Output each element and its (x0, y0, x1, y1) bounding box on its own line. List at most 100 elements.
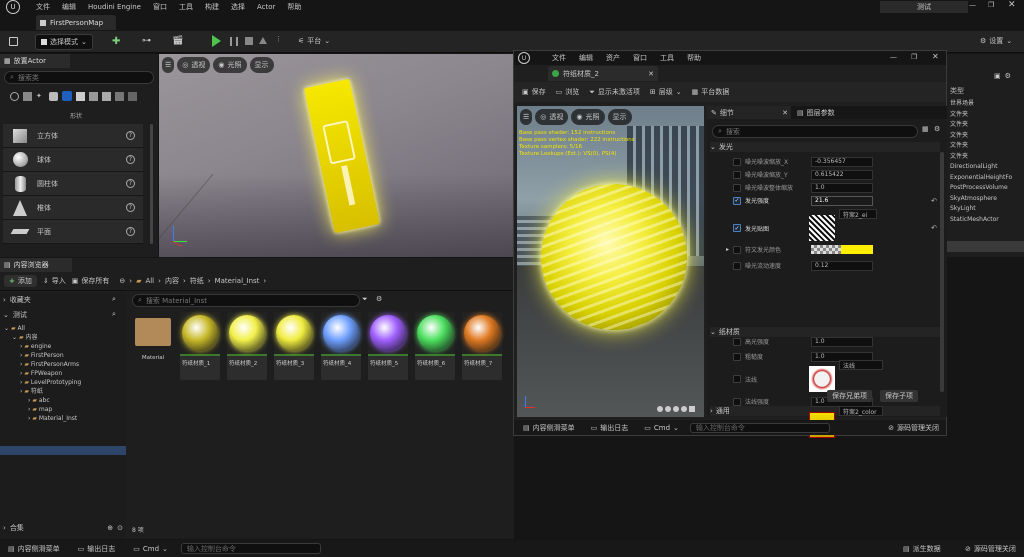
close-icon[interactable]: ✕ (1008, 0, 1016, 10)
menu-tools[interactable]: 工具 (179, 2, 193, 12)
cmd-dropdown[interactable]: ▭ Cmd ⌄ (128, 541, 173, 557)
details-settings-icon[interactable]: ⚙ (934, 125, 940, 133)
parameter-override-checkbox[interactable] (733, 352, 741, 361)
unreal-logo-icon[interactable]: U (6, 0, 20, 14)
basic-icon[interactable] (23, 91, 32, 101)
help-icon[interactable]: ? (126, 131, 135, 140)
details-tab[interactable]: ✎ 细节 ✕ (707, 106, 791, 119)
texture-asset-dropdown[interactable]: 符案2_color (839, 406, 883, 416)
history-back-icon[interactable]: ⊖ (119, 277, 125, 285)
parameter-value-field[interactable]: 1.0 (811, 182, 873, 193)
me-minimize-icon[interactable]: — (890, 53, 897, 61)
source-control-button[interactable]: ⊘ 源码管理关闭 (960, 541, 1021, 557)
derived-data-button[interactable]: ▤ 派生数据 (898, 541, 946, 557)
menu-file[interactable]: 文件 (36, 2, 50, 12)
level-viewport[interactable]: ☰ ◎ 透视 ◉ 光照 显示 (159, 54, 513, 257)
chevron-down-icon[interactable]: ⌄ (12, 334, 19, 341)
console-input[interactable]: 输入控制台命令 (180, 543, 321, 554)
platform-stats-button[interactable]: ▦ 平台数据 (692, 87, 730, 97)
breadcrumb-item[interactable]: All (145, 277, 154, 285)
parameter-value-field[interactable]: 0.615422 (811, 169, 873, 180)
breadcrumb-item[interactable]: 符纸 (190, 276, 204, 286)
me-menu-edit[interactable]: 编辑 (579, 53, 593, 63)
shape-item-cylinder[interactable]: 圆柱体 ? (3, 172, 143, 196)
material-asset[interactable]: 符纸材质_7 (462, 312, 502, 380)
me-lit-button[interactable]: ◉ 光照 (571, 109, 605, 125)
help-icon[interactable]: ? (126, 155, 135, 164)
blueprint-icon[interactable]: ⊶ (142, 36, 151, 46)
filter-icon[interactable]: ⏷ (362, 295, 368, 304)
tree-item[interactable]: › ▰ FPWeapon (4, 369, 126, 378)
me-show-button[interactable]: 显示 (607, 109, 632, 125)
all-classes-icon[interactable] (115, 91, 124, 101)
preview-sphere-icon[interactable] (673, 406, 679, 412)
save-sibling-button[interactable]: 保存兄弟项 (827, 390, 872, 402)
preview-sphere-icon[interactable] (665, 406, 671, 412)
shape-item-cone[interactable]: 椎体 ? (3, 196, 143, 220)
parameter-override-checkbox[interactable]: ✓ (733, 196, 741, 205)
chevron-down-icon[interactable]: ⌄ (4, 325, 11, 332)
lit-button[interactable]: ◉ 光照 (213, 57, 247, 73)
tab-close-icon[interactable]: ✕ (648, 70, 654, 78)
me-perspective-button[interactable]: ◎ 透视 (535, 109, 569, 125)
glow-texture-thumbnail[interactable] (809, 215, 835, 241)
shape-list-scrollbar[interactable] (150, 124, 153, 244)
show-inactive-button[interactable]: ⏷ 显示未激活项 (589, 87, 640, 97)
asset-search-input[interactable]: ⌕ 搜索 Material_Inst (132, 294, 360, 307)
eject-icon[interactable] (259, 37, 267, 44)
parameter-override-checkbox[interactable] (733, 337, 741, 346)
me-close-icon[interactable]: ✕ (932, 52, 939, 61)
platform-button[interactable]: ⚟ 平台 ⌄ (298, 36, 330, 46)
tree-item[interactable]: › ▰ 符纸 (4, 387, 126, 396)
collection-settings-icon[interactable]: ⊙ (117, 524, 123, 532)
save-all-button[interactable]: ▣ 保存所有 (72, 276, 110, 286)
maximize-icon[interactable]: ❐ (988, 1, 994, 9)
collections-footer[interactable]: › 合集 ⊕ ⊙ (3, 523, 123, 533)
class-search-input[interactable]: ⌕ 搜索类 (4, 71, 154, 84)
parameter-value-field[interactable]: 1.0 (811, 336, 873, 347)
tree-item[interactable]: › ▰ LevelPrototyping (4, 378, 126, 387)
me-console-input[interactable]: 输入控制台命令 (689, 422, 830, 433)
reset-to-default-icon[interactable]: ↶ (931, 224, 937, 232)
save-icon[interactable] (9, 37, 18, 46)
settings-button[interactable]: ⚙ 设置 ⌄ (980, 36, 1012, 46)
tab-close-icon[interactable]: ✕ (782, 109, 788, 117)
tree-item[interactable]: › ▰ abc (4, 396, 126, 405)
parameter-override-checkbox[interactable] (733, 157, 741, 166)
cinematics-icon[interactable]: 🎬︎ (172, 36, 183, 46)
tree-item[interactable]: › ▰ map (4, 405, 126, 414)
material-preview-viewport[interactable]: ☰ ◎ 透视 ◉ 光照 显示 Base pass shader: 152 instr… (517, 106, 704, 417)
me-save-button[interactable]: ▣ 保存 (522, 87, 546, 97)
me-cmd-dropdown[interactable]: ▭ Cmd ⌄ (639, 420, 684, 436)
add-button[interactable]: + 添加 (4, 275, 37, 287)
menu-window[interactable]: 窗口 (153, 2, 167, 12)
material-asset[interactable]: 符纸材质_4 (321, 312, 361, 380)
me-menu-window[interactable]: 窗口 (633, 53, 647, 63)
unreal-logo-icon[interactable]: U (518, 52, 530, 64)
save-child-button[interactable]: 保存子项 (880, 390, 918, 402)
parameter-value-field[interactable]: -0.356457 (811, 156, 873, 167)
material-asset[interactable]: 符纸材质_1 (180, 312, 220, 380)
menu-help[interactable]: 帮助 (287, 2, 301, 12)
select-mode-dropdown[interactable]: 选择模式 ⌄ (35, 34, 93, 50)
me-menu-help[interactable]: 帮助 (687, 53, 701, 63)
texture-asset-dropdown[interactable]: 法线 (839, 360, 883, 370)
menu-build[interactable]: 构建 (205, 2, 219, 12)
show-button[interactable]: 显示 (249, 57, 274, 73)
tree-item[interactable]: › ▰ FirstPerson (4, 351, 126, 360)
collection-search-icon[interactable]: ⌕ (112, 310, 116, 319)
recent-icon[interactable] (10, 91, 19, 101)
section-glow-header[interactable]: ⌄ 发光 (710, 142, 940, 152)
normal-texture-thumbnail[interactable] (809, 366, 835, 392)
menu-actor[interactable]: Actor (257, 3, 275, 11)
viewport-menu-button[interactable]: ☰ (162, 57, 175, 73)
geometry-icon[interactable] (102, 91, 111, 101)
tree-item[interactable]: › ▰ engine (4, 342, 126, 351)
volume-icon[interactable] (76, 91, 85, 101)
parameter-value-field[interactable]: 0.12 (811, 260, 873, 271)
me-tab[interactable]: 符纸材质_2 ✕ (548, 66, 658, 81)
me-menu-file[interactable]: 文件 (552, 53, 566, 63)
minimize-icon[interactable]: — (969, 1, 976, 9)
folder-item[interactable]: Material (133, 312, 173, 380)
me-log-button[interactable]: ▭ 输出日志 (586, 420, 634, 436)
